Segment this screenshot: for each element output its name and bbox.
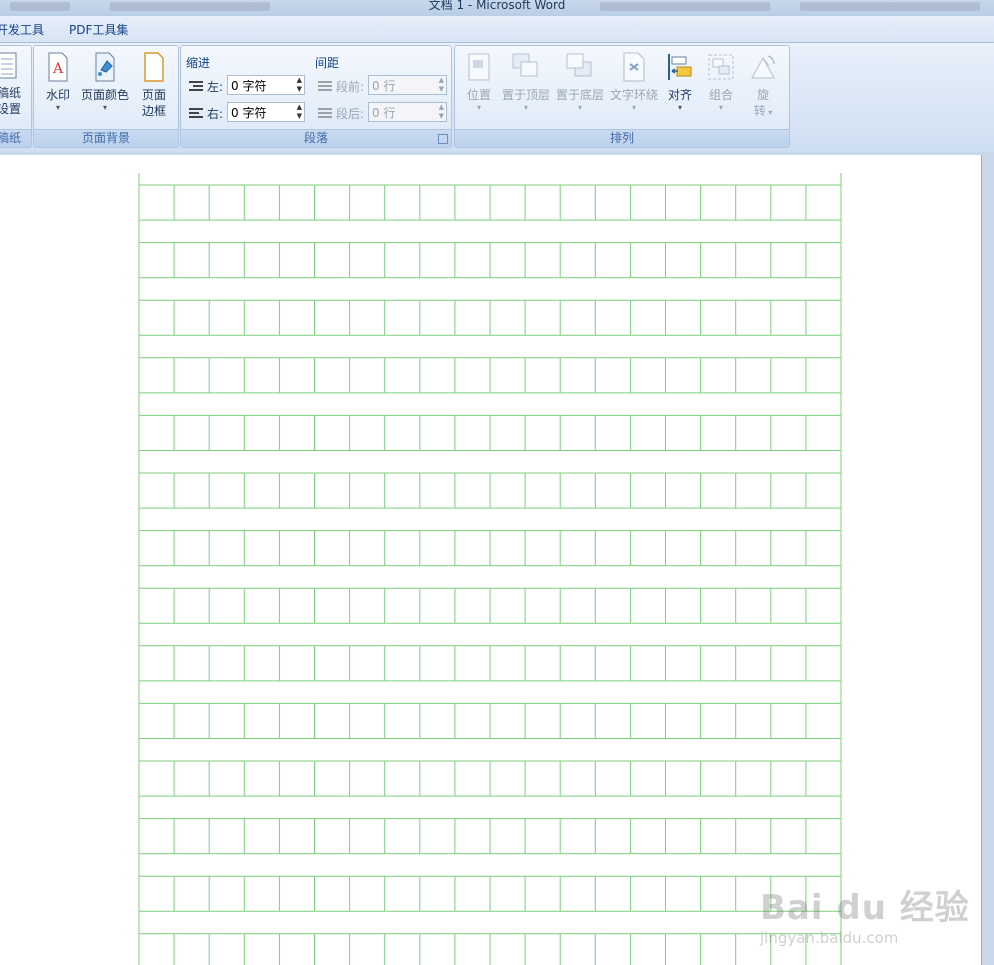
bring-to-front-icon xyxy=(512,53,538,77)
group-page-background: A 水印 ▾ 页面颜色 ▾ 页面 边框 页面背景 xyxy=(33,45,179,148)
watermark-label: 水印 xyxy=(45,88,70,102)
manuscript-paper-icon xyxy=(0,52,17,79)
space-after-stepper[interactable]: 0 行 ▲ ▼ xyxy=(368,102,447,122)
baidu-watermark: Bai du 经验 jingyan.baidu.com xyxy=(760,880,970,947)
watermark-icon: A xyxy=(48,52,68,82)
dropdown-arrow-icon: ▾ xyxy=(631,103,636,112)
align-icon xyxy=(668,54,692,80)
manuscript-grid xyxy=(138,173,842,965)
indent-left-icon xyxy=(189,81,203,93)
watermark-brand: Bai du 经验 xyxy=(760,888,970,928)
page-border-label-1: 页面 xyxy=(141,88,166,102)
group-objects-label: 组合 xyxy=(708,88,733,102)
tab-developer[interactable]: 开发工具 xyxy=(0,21,44,38)
position-label: 位置 xyxy=(466,88,491,102)
document-page[interactable] xyxy=(0,155,981,965)
page-border-button[interactable]: 页面 边框 xyxy=(136,52,172,119)
dropdown-arrow-icon: ▾ xyxy=(102,103,107,112)
title-bar: 文档 1 - Microsoft Word xyxy=(0,0,994,16)
indent-right-value: 0 字符 xyxy=(231,106,267,120)
dropdown-arrow-icon: ▾ xyxy=(55,103,60,112)
send-to-back-label: 置于底层 xyxy=(555,88,604,102)
dropdown-arrow-icon: ▾ xyxy=(765,108,773,117)
group-label-gaozhi: 稿纸 xyxy=(0,129,31,147)
group-paragraph: 缩进 间距 左: 0 字符 ▲ ▼ 右: 0 字符 ▲ ▼ 段前: 0 行 ▲ ▼ 段… xyxy=(180,45,452,148)
bring-to-front-label: 置于顶层 xyxy=(501,88,550,102)
tab-pdf-tools[interactable]: PDF工具集 xyxy=(69,21,128,38)
group-objects-button[interactable]: 组合 ▾ xyxy=(703,52,739,113)
position-icon xyxy=(468,53,490,81)
text-wrap-button[interactable]: 文字环绕 ▾ xyxy=(608,52,660,113)
indent-heading: 缩进 xyxy=(186,56,211,70)
bring-to-front-button[interactable]: 置于顶层 ▾ xyxy=(501,52,551,113)
dropdown-arrow-icon: ▾ xyxy=(523,103,528,112)
spinner-arrows-icon[interactable]: ▲ ▼ xyxy=(297,103,302,121)
space-before-stepper[interactable]: 0 行 ▲ ▼ xyxy=(368,75,447,95)
space-before-icon xyxy=(318,81,332,93)
ribbon-tab-bar: 开发工具 PDF工具集 xyxy=(0,16,994,43)
group-objects-icon xyxy=(708,54,734,80)
ribbon: 稿纸 设置 稿纸 A 水印 ▾ 页面颜色 ▾ 页面 边框 页面背景 缩进 间距 … xyxy=(0,43,994,152)
space-after-icon xyxy=(318,108,332,120)
window-title: 文档 1 - Microsoft Word xyxy=(428,0,566,12)
group-label-paragraph: 段落 xyxy=(181,129,451,147)
spinner-arrows-icon[interactable]: ▲ ▼ xyxy=(439,76,444,94)
spinner-arrows-icon[interactable]: ▲ ▼ xyxy=(439,103,444,121)
svg-text:A: A xyxy=(52,61,64,77)
indent-left-label: 左: xyxy=(207,80,224,94)
gaozhi-label-2: 设置 xyxy=(0,102,22,116)
group-label-page-background: 页面背景 xyxy=(34,129,178,147)
page-color-label: 页面颜色 xyxy=(80,88,129,102)
dropdown-arrow-icon: ▾ xyxy=(677,103,682,112)
gaozhi-label-1: 稿纸 xyxy=(0,86,22,100)
space-before-value: 0 行 xyxy=(372,79,396,93)
page-border-label-2: 边框 xyxy=(141,104,166,118)
group-label-arrange: 排列 xyxy=(455,129,789,147)
rotate-label-1: 旋 xyxy=(756,88,769,102)
page-color-icon xyxy=(95,52,115,82)
rotate-label-2-text: 转 xyxy=(753,104,766,118)
document-workspace xyxy=(0,152,994,965)
rotate-button[interactable]: 旋 转 ▾ xyxy=(745,52,781,121)
indent-right-label: 右: xyxy=(207,107,224,121)
spinner-arrows-icon[interactable]: ▲ ▼ xyxy=(297,76,302,94)
space-after-label: 段后: xyxy=(336,107,365,121)
rotate-label-2: 转 ▾ xyxy=(745,103,781,121)
dropdown-arrow-icon: ▾ xyxy=(577,103,582,112)
align-button[interactable]: 对齐 ▾ xyxy=(662,52,698,113)
space-before-label: 段前: xyxy=(336,80,365,94)
indent-left-value: 0 字符 xyxy=(231,79,267,93)
dropdown-arrow-icon: ▾ xyxy=(718,103,723,112)
group-gaozhi: 稿纸 设置 稿纸 xyxy=(0,45,32,148)
indent-right-stepper[interactable]: 0 字符 ▲ ▼ xyxy=(227,102,305,122)
dropdown-arrow-icon: ▾ xyxy=(476,103,481,112)
indent-right-icon xyxy=(189,108,203,120)
space-after-value: 0 行 xyxy=(372,106,396,120)
send-to-back-button[interactable]: 置于底层 ▾ xyxy=(555,52,605,113)
text-wrap-label: 文字环绕 xyxy=(609,88,658,102)
spacing-heading: 间距 xyxy=(315,56,340,70)
page-color-button[interactable]: 页面颜色 ▾ xyxy=(78,52,132,113)
rotate-icon xyxy=(751,55,775,79)
page-border-icon xyxy=(144,52,164,82)
group-arrange: 位置 ▾ 置于顶层 ▾ 置于底层 ▾ 文字环绕 ▾ 对齐 ▾ 组合 ▾ 旋 转 … xyxy=(454,45,790,148)
watermark-url: jingyan.baidu.com xyxy=(760,929,899,947)
indent-left-stepper[interactable]: 0 字符 ▲ ▼ xyxy=(227,75,305,95)
send-to-back-icon xyxy=(566,53,592,77)
dialog-launcher-icon[interactable] xyxy=(438,134,448,144)
gaozhi-settings-button[interactable]: 稿纸 设置 xyxy=(0,52,22,117)
position-button[interactable]: 位置 ▾ xyxy=(461,52,497,113)
text-wrap-icon xyxy=(623,52,645,82)
watermark-button[interactable]: A 水印 ▾ xyxy=(40,52,76,113)
align-label: 对齐 xyxy=(667,88,692,102)
